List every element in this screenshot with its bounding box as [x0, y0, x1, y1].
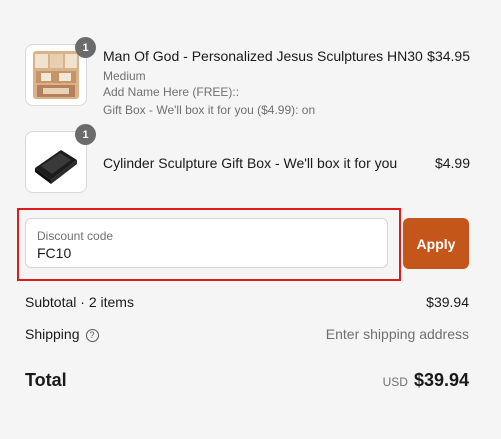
- quantity-badge: 1: [75, 37, 96, 58]
- total-value-group: USD $39.94: [383, 370, 469, 391]
- product-option: Gift Box - We'll box it for you ($4.99):…: [103, 103, 316, 117]
- currency-code: USD: [382, 375, 408, 389]
- product-title: Man Of God - Personalized Jesus Sculptur…: [103, 48, 423, 64]
- subtotal-label: Subtotal · 2 items: [25, 294, 134, 310]
- line-item: 1 Man Of God - Personalized Jesus Sculpt…: [25, 37, 470, 117]
- shipping-label-group: Shipping?: [25, 326, 99, 342]
- product-title: Cylinder Sculpture Gift Box - We'll box …: [103, 155, 398, 171]
- help-icon[interactable]: ?: [85, 329, 99, 342]
- product-variant: Medium: [103, 69, 146, 83]
- shipping-value: Enter shipping address: [325, 326, 469, 342]
- quantity-badge: 1: [75, 124, 96, 145]
- product-price: $4.99: [434, 155, 470, 171]
- discount-code-label: Discount code: [37, 229, 114, 243]
- apply-button[interactable]: Apply: [403, 218, 469, 269]
- product-price: $34.95: [427, 48, 470, 64]
- total-label: Total: [25, 370, 67, 390]
- gift-box-image: [33, 138, 79, 186]
- discount-code-value[interactable]: FC10: [37, 245, 71, 261]
- discount-code-input[interactable]: Discount code FC10: [25, 218, 388, 268]
- shipping-label: Shipping: [25, 326, 80, 342]
- total-amount: $39.94: [413, 370, 469, 390]
- subtotal-value: $39.94: [426, 294, 469, 310]
- sculpture-image: [33, 51, 79, 99]
- line-item: 1 Cylinder Sculpture Gift Box - We'll bo…: [25, 124, 470, 193]
- product-option: Add Name Here (FREE)::: [103, 85, 240, 99]
